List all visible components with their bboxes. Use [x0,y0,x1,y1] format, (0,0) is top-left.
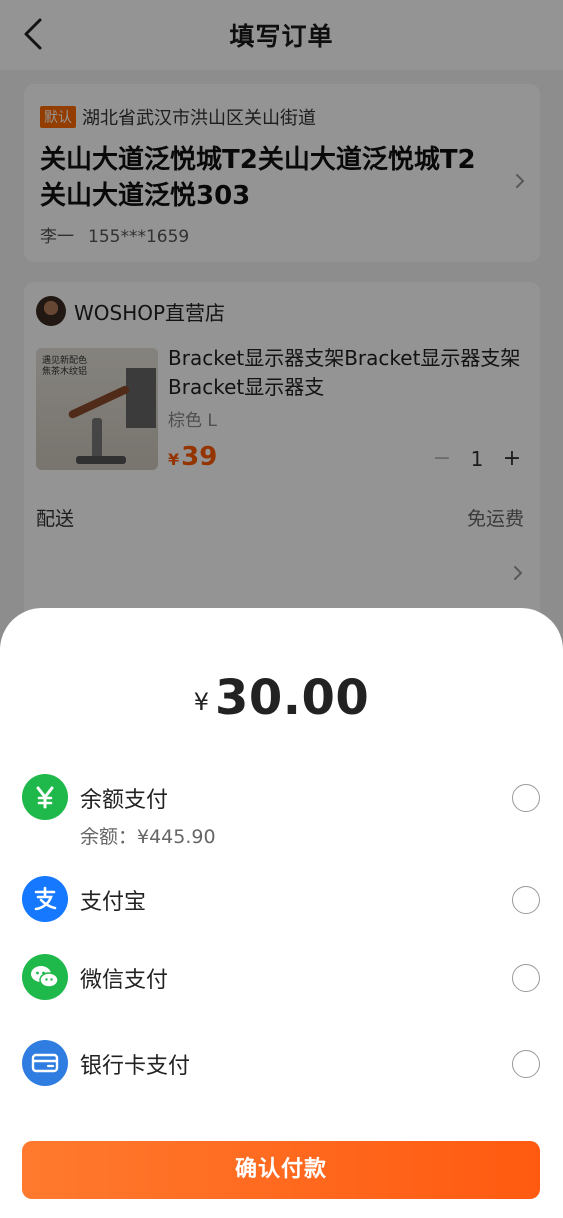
pay-option-label: 余额支付 [80,788,169,813]
pay-option-label: 微信支付 [80,968,169,993]
payment-sheet: ¥30.00 余额支付 余额：¥445.90 支付宝 微信支付 银行卡支付 确认… [0,608,563,1218]
wechat-icon [22,954,68,1000]
yen-icon [22,774,68,820]
amount-value: 30.00 [214,670,370,726]
pay-option-bank-card[interactable]: 银行卡支付 [22,1038,542,1088]
bank-card-icon [22,1040,68,1086]
radio-button[interactable] [512,1050,540,1078]
pay-option-alipay[interactable]: 支付宝 [22,874,542,924]
payment-amount: ¥30.00 [0,670,563,726]
alipay-icon [22,876,68,922]
radio-button[interactable] [512,784,540,812]
balance-note: 余额：¥445.90 [80,826,216,848]
confirm-payment-button[interactable]: 确认付款 [22,1141,540,1199]
radio-button[interactable] [512,886,540,914]
pay-option-balance[interactable]: 余额支付 [22,772,542,822]
order-page: 填写订单 默认 湖北省武汉市洪山区关山街道 关山大道泛悦城T2关山大道泛悦城T2… [0,0,563,1218]
pay-option-label: 支付宝 [80,890,147,915]
radio-button[interactable] [512,964,540,992]
amount-currency: ¥ [193,688,209,716]
pay-option-wechat[interactable]: 微信支付 [22,952,542,1002]
pay-option-label: 银行卡支付 [80,1054,191,1079]
